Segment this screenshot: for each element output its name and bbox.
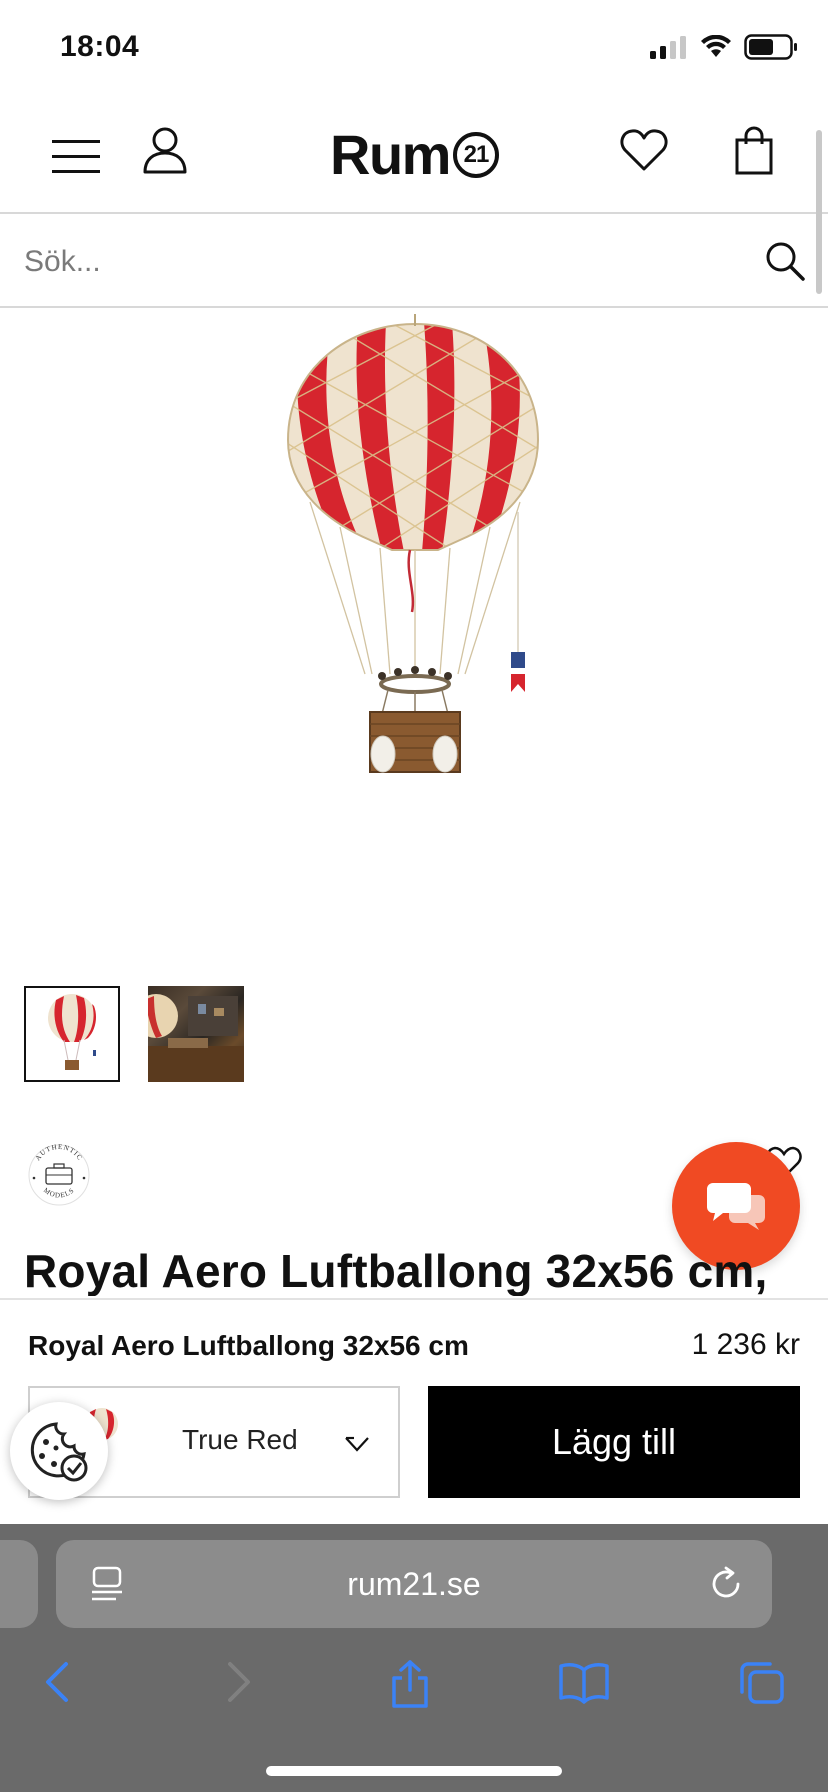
wifi-icon [701,35,731,57]
shopping-bag-icon[interactable] [734,126,774,176]
chevron-down-icon [345,1436,369,1452]
product-image-balloon[interactable] [270,312,560,792]
search-input[interactable] [24,238,724,286]
sticky-add-to-cart-bar: Royal Aero Luftballong 32x56 cm 1 236 kr… [0,1298,828,1524]
url-text: rum21.se [347,1566,481,1602]
product-price: 1 236 kr [691,1328,800,1361]
user-account-icon[interactable] [142,126,188,176]
browser-toolbar [0,1654,828,1734]
product-title: Royal Aero Luftballong 32x56 cm, [24,1245,768,1296]
logo-number: 21 [452,131,499,178]
cookie-settings-button[interactable] [10,1402,108,1500]
site-header: Rum 21 [0,100,828,214]
variant-label: True Red [182,1424,298,1455]
cookie-icon [30,1422,88,1482]
brand-logo-authentic-models[interactable]: AUTHENTIC MODELS [26,1142,92,1208]
search-icon[interactable] [764,240,806,282]
forward-icon[interactable] [220,1660,256,1704]
logo-text: Rum [330,123,451,186]
search-bar [0,216,828,308]
thumbnail-image [148,994,244,1082]
site-logo[interactable]: Rum 21 [330,122,499,187]
status-icons [648,34,798,60]
scroll-indicator [816,130,822,294]
address-bar[interactable]: rum21.se [56,1540,772,1628]
thumbnail-strip [24,986,244,1082]
reload-icon[interactable] [708,1566,744,1602]
previous-tab-peek[interactable] [0,1540,38,1628]
menu-icon[interactable] [52,140,102,174]
cellular-signal-icon [650,36,686,59]
thumbnail-balloon-lifestyle[interactable] [148,986,244,1082]
share-icon[interactable] [388,1660,432,1710]
battery-icon [744,34,797,60]
browser-chrome: rum21.se [0,1524,828,1792]
sticky-product-name: Royal Aero Luftballong 32x56 cm [28,1330,469,1361]
thumbnail-image [48,994,96,1070]
add-to-cart-button[interactable]: Lägg till [428,1386,800,1498]
bookmarks-icon[interactable] [558,1660,610,1704]
wishlist-heart-icon[interactable] [620,128,668,172]
thumbnail-balloon-product[interactable] [24,986,120,1082]
tabs-icon[interactable] [738,1660,786,1706]
back-icon[interactable] [40,1660,76,1704]
status-time: 18:04 [60,30,140,63]
status-bar: 18:04 [0,0,828,100]
home-indicator [266,1766,562,1776]
chat-bubbles-icon [707,1183,765,1230]
